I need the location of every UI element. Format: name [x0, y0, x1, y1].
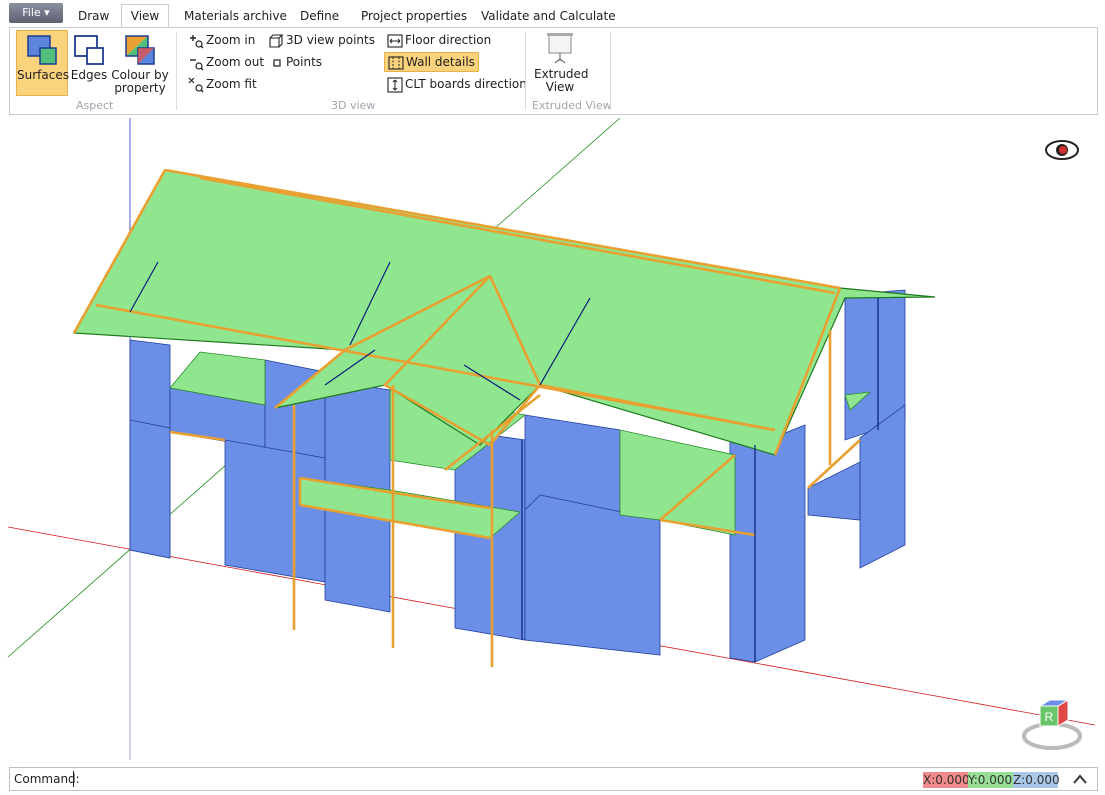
points-button[interactable]: Points — [270, 53, 322, 71]
colour-by-property-button[interactable]: Colour by property — [111, 31, 169, 97]
clt-boards-direction-button[interactable]: CLT boards direction — [387, 75, 527, 93]
zoom-out-button[interactable]: Zoom out — [188, 53, 264, 71]
x-coordinate-label: X: — [923, 773, 936, 787]
zoom-in-label: Zoom in — [206, 33, 256, 47]
ribbon-tab-bar: File ▾ Draw View Materials archive Defin… — [0, 0, 1105, 28]
file-menu-button[interactable]: File ▾ — [9, 3, 63, 23]
tab-define[interactable]: Define — [300, 9, 339, 27]
wall-details-label: Wall details — [406, 55, 475, 69]
y-coordinate-label: Y: — [968, 773, 978, 787]
visibility-toggle-icon[interactable] — [1045, 140, 1079, 160]
z-coordinate-label: Z: — [1013, 773, 1026, 787]
z-coordinate-value: 0.000 — [1025, 773, 1060, 787]
ribbon-separator — [610, 32, 611, 110]
extruded-view-button[interactable]: Extruded View — [534, 31, 589, 95]
surfaces-button[interactable]: Surfaces — [16, 30, 69, 96]
tab-validate-calculate[interactable]: Validate and Calculate — [481, 9, 616, 27]
colour-by-property-icon — [125, 35, 155, 65]
points-label: Points — [286, 55, 323, 69]
edges-icon — [74, 35, 104, 65]
wall-details-button[interactable]: Wall details — [384, 52, 479, 72]
3d-viewport[interactable]: R — [0, 118, 1105, 763]
y-coordinate: Y:0.000 — [968, 772, 1013, 788]
y-coordinate-value: 0.000 — [977, 773, 1013, 787]
extruded-view-label2: View — [545, 80, 575, 94]
floor-direction-button[interactable]: Floor direction — [387, 31, 491, 49]
zoom-out-icon — [190, 58, 204, 70]
z-coordinate: Z:0.000 — [1013, 772, 1060, 788]
edges-label: Edges — [70, 68, 108, 82]
command-bar: Command: X:0.000 Y:0.000 Z:0.000 — [9, 767, 1098, 791]
aspect-group-label: Aspect — [76, 99, 114, 112]
wall-details-icon — [388, 55, 404, 70]
colour-by-property-label2: property — [114, 81, 166, 95]
edges-button[interactable]: Edges — [70, 31, 108, 95]
zoom-fit-label: Zoom fit — [206, 77, 257, 91]
zoom-in-button[interactable]: Zoom in — [188, 31, 255, 49]
tab-project-properties[interactable]: Project properties — [361, 9, 467, 27]
surfaces-icon — [27, 35, 57, 65]
extruded-view-group-label: Extruded View — [532, 99, 612, 112]
view-cube[interactable]: R — [1022, 699, 1082, 750]
zoom-out-label: Zoom out — [206, 55, 265, 69]
view-cube-face-label: R — [1045, 710, 1054, 724]
ribbon-panel: Surfaces Edges Colour by property Aspect… — [9, 27, 1098, 115]
tab-draw[interactable]: Draw — [78, 9, 109, 27]
tab-view[interactable]: View — [121, 4, 169, 28]
x-coordinate-value: 0.000 — [935, 773, 970, 787]
command-input-caret[interactable] — [73, 771, 74, 787]
ribbon-separator — [525, 32, 526, 110]
3d-view-points-label: 3D view points — [286, 33, 375, 47]
zoom-fit-button[interactable]: Zoom fit — [188, 75, 257, 93]
zoom-fit-icon — [188, 77, 204, 92]
command-label: Command: — [14, 772, 80, 786]
clt-direction-icon — [387, 76, 403, 93]
x-coordinate: X:0.000 — [923, 772, 970, 788]
projection-screen-icon — [547, 33, 573, 64]
clt-boards-direction-label: CLT boards direction — [405, 77, 527, 91]
cube-icon — [269, 33, 284, 48]
tab-materials-archive[interactable]: Materials archive — [184, 9, 287, 27]
floor-direction-icon — [387, 33, 403, 48]
zoom-in-icon — [190, 34, 204, 48]
3d-view-group-label: 3D view — [331, 99, 376, 112]
chevron-up-icon[interactable] — [1072, 773, 1088, 785]
surfaces-label: Surfaces — [17, 68, 69, 82]
ribbon-separator — [176, 32, 177, 110]
floor-direction-label: Floor direction — [405, 33, 492, 47]
point-icon — [273, 58, 281, 67]
3d-view-points-dropdown[interactable]: 3D view points ▼ — [268, 31, 393, 49]
